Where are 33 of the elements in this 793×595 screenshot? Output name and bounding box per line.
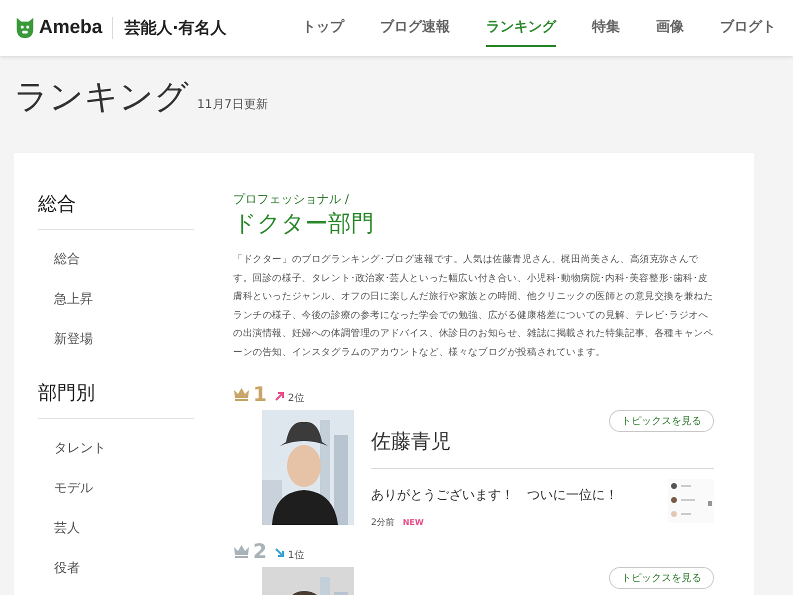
category-title: ドクター部門: [233, 210, 375, 239]
sidebar-item[interactable]: 役者: [38, 559, 194, 579]
update-date: 11月7日更新: [197, 96, 268, 113]
logo-icon[interactable]: [14, 16, 36, 40]
sidebar-item[interactable]: 総合: [38, 250, 194, 270]
sidebar-item[interactable]: 急上昇: [38, 290, 194, 310]
sidebar-heading: 部門別: [38, 380, 194, 419]
category-description: 「ドクター」のブログランキング･ブログ速報です。人気は佐藤青児さん、梶田尚美さん、高須克弥さんです。回診の様子、タレント･政治家･芸人といった幅広い付き合い、小児科･動物病院･内科･美容整形･歯科･皮膚科といったジャンル、オフの日に楽しんだ旅行や家族との時間、他クリニックの医師との意見交換を兼ねたランチの様子、今後の診療の参考になった学会での勉強、広がる健康格差についての見解、テレビ･ラジオへの出演情報、妊婦への体調管理のアドバイス、休診日のお知らせ、雑誌に掲載された特集記事、各種キャンペーンの告知、インスタグラムのアカウントなど、様々なブログが投稿されています。: [233, 253, 714, 360]
site-section-title: 芸能人·有名人: [123, 18, 226, 38]
nav-tab[interactable]: ブログ速報: [380, 10, 450, 46]
nav-tab[interactable]: ランキング: [486, 10, 556, 46]
previous-rank: 2位: [288, 392, 304, 405]
page-title: ランキング: [14, 76, 189, 119]
post-time: 2分前: [371, 516, 395, 529]
sidebar-item[interactable]: モデル: [38, 479, 194, 499]
post-title[interactable]: ありがとうございます！ ついに一位に！: [371, 486, 618, 504]
nav-tab[interactable]: ブログト: [720, 10, 776, 46]
breadcrumb-link[interactable]: プロフェッショナル /: [233, 191, 714, 208]
blogger-name[interactable]: 佐藤青児: [371, 428, 451, 455]
nav-tab[interactable]: 特集: [592, 10, 620, 46]
view-topics-button[interactable]: トピックスを見る: [609, 410, 714, 432]
nav-tab[interactable]: トップ: [302, 10, 344, 46]
rank-number: 1: [253, 382, 267, 406]
sidebar-item[interactable]: タレント: [38, 439, 194, 459]
previous-rank: 1位: [288, 549, 304, 562]
sidebar-heading: 総合: [38, 191, 194, 230]
logo-wordmark[interactable]: Ameba: [39, 17, 114, 39]
nav-tab[interactable]: 画像: [656, 10, 684, 46]
sidebar-item[interactable]: 新登場: [38, 330, 194, 350]
view-topics-button[interactable]: トピックスを見る: [609, 567, 714, 589]
rank-number: 2: [253, 539, 267, 563]
new-label: NEW: [402, 518, 424, 527]
sidebar-item[interactable]: 芸人: [38, 519, 194, 539]
